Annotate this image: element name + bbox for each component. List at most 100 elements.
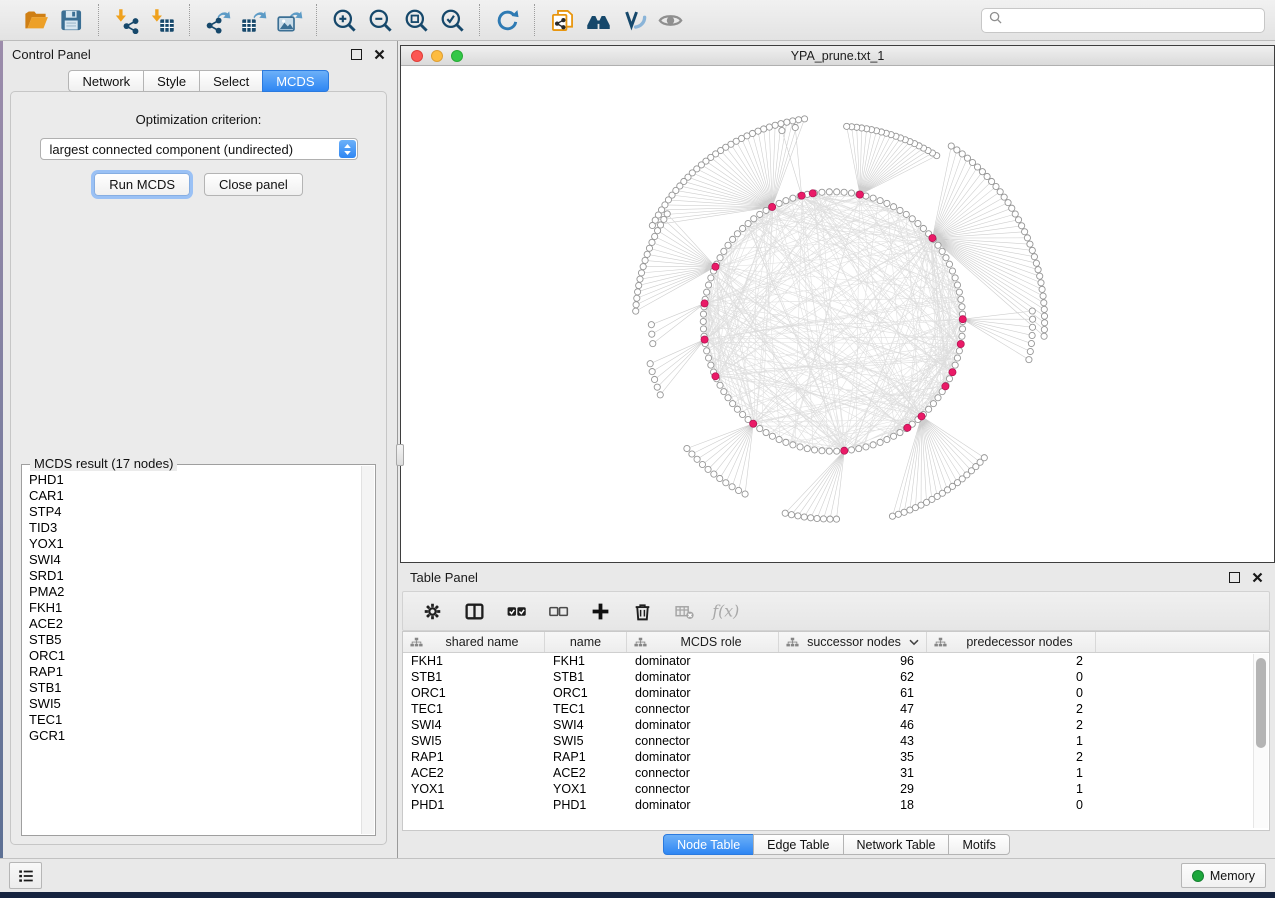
window-maximize-button[interactable]: [451, 50, 463, 62]
column-header-shared-name[interactable]: shared name: [403, 632, 545, 652]
select-all-button[interactable]: [497, 595, 535, 627]
zoom-out-icon: [367, 7, 394, 34]
table-tab-edge-table[interactable]: Edge Table: [753, 834, 843, 855]
control-panel: Control Panel NetworkStyleSelectMCDS Opt…: [0, 41, 398, 858]
export-network-button[interactable]: [199, 4, 235, 36]
import-table-button[interactable]: [144, 4, 180, 36]
search-box[interactable]: [981, 8, 1265, 33]
zoom-out-button[interactable]: [362, 4, 398, 36]
run-mcds-button[interactable]: Run MCDS: [94, 173, 190, 196]
table-scrollbar-thumb[interactable]: [1256, 658, 1266, 748]
table-row[interactable]: ORC1ORC1dominator610: [403, 685, 1269, 701]
export-table-button[interactable]: [235, 4, 271, 36]
column-header-successor-nodes[interactable]: successor nodes: [779, 632, 927, 652]
clone-network-button[interactable]: [544, 4, 580, 36]
table-row[interactable]: YOX1YOX1connector291: [403, 781, 1269, 797]
mcds-tab-content: Optimization criterion: largest connecte…: [10, 91, 387, 845]
zoom-selected-button[interactable]: [434, 4, 470, 36]
new-column-button[interactable]: [581, 595, 619, 627]
table-cell: SWI4: [403, 718, 545, 732]
table-row[interactable]: SWI4SWI4dominator462: [403, 717, 1269, 733]
mcds-result-list[interactable]: PHD1CAR1STP4TID3YOX1SWI4SRD1PMA2FKH1ACE2…: [23, 466, 361, 834]
table-cell: 0: [927, 798, 1096, 812]
table-row[interactable]: SWI5SWI5connector431: [403, 733, 1269, 749]
table-cell: YOX1: [545, 782, 627, 796]
close-mcds-panel-button[interactable]: Close panel: [204, 173, 303, 196]
mcds-result-item[interactable]: YOX1: [29, 536, 361, 552]
table-cell: ACE2: [403, 766, 545, 780]
tab-mcds[interactable]: MCDS: [262, 70, 328, 92]
show-panels-button[interactable]: [9, 862, 42, 889]
mcds-list-scrollbar[interactable]: [361, 466, 374, 834]
mcds-result-item[interactable]: FKH1: [29, 600, 361, 616]
import-network-button[interactable]: [108, 4, 144, 36]
graphics-details-button[interactable]: [652, 4, 688, 36]
table-tab-node-table[interactable]: Node Table: [663, 834, 754, 855]
table-cell: connector: [627, 782, 779, 796]
zoom-fit-button[interactable]: [398, 4, 434, 36]
column-header-name[interactable]: name: [545, 632, 627, 652]
memory-button[interactable]: Memory: [1181, 863, 1266, 888]
visual-style-button[interactable]: [616, 4, 652, 36]
mcds-result-item[interactable]: ORC1: [29, 648, 361, 664]
table-cell: 35: [779, 750, 927, 764]
close-panel-button[interactable]: [374, 49, 385, 60]
table-scrollbar[interactable]: [1253, 654, 1268, 828]
mcds-result-item[interactable]: TEC1: [29, 712, 361, 728]
search-input[interactable]: [1007, 12, 1257, 28]
mcds-result-item[interactable]: TID3: [29, 520, 361, 536]
mcds-result-item[interactable]: PMA2: [29, 584, 361, 600]
table-cell: STB1: [545, 670, 627, 684]
binoculars-button[interactable]: [580, 4, 616, 36]
tab-select[interactable]: Select: [199, 70, 263, 92]
tab-style[interactable]: Style: [143, 70, 200, 92]
float-table-panel-button[interactable]: [1229, 572, 1240, 583]
column-header-MCDS-role[interactable]: MCDS role: [627, 632, 779, 652]
close-icon: [1252, 572, 1263, 583]
table-settings-button[interactable]: [413, 595, 451, 627]
split-panel-button[interactable]: [455, 595, 493, 627]
table-tab-motifs[interactable]: Motifs: [948, 834, 1009, 855]
network-window-title: YPA_prune.txt_1: [401, 49, 1274, 63]
export-image-button[interactable]: [271, 4, 307, 36]
zoom-in-button[interactable]: [326, 4, 362, 36]
refresh-button[interactable]: [489, 4, 525, 36]
window-close-button[interactable]: [411, 50, 423, 62]
mcds-result-item[interactable]: STB1: [29, 680, 361, 696]
save-session-button[interactable]: [53, 4, 89, 36]
toolbar-group: [98, 4, 189, 36]
criterion-select[interactable]: largest connected component (undirected): [40, 138, 358, 160]
mcds-result-item[interactable]: STB5: [29, 632, 361, 648]
window-minimize-button[interactable]: [431, 50, 443, 62]
panel-splitter-handle[interactable]: [396, 444, 404, 466]
mcds-result-item[interactable]: SWI4: [29, 552, 361, 568]
table-row[interactable]: STB1STB1dominator620: [403, 669, 1269, 685]
float-panel-button[interactable]: [351, 49, 362, 60]
mcds-result-item[interactable]: RAP1: [29, 664, 361, 680]
table-tab-network-table[interactable]: Network Table: [843, 834, 950, 855]
deselect-all-button[interactable]: [539, 595, 577, 627]
table-row[interactable]: FKH1FKH1dominator962: [403, 653, 1269, 669]
mcds-result-item[interactable]: SWI5: [29, 696, 361, 712]
table-row[interactable]: RAP1RAP1dominator352: [403, 749, 1269, 765]
mcds-result-item[interactable]: SRD1: [29, 568, 361, 584]
tab-network[interactable]: Network: [68, 70, 144, 92]
control-panel-title: Control Panel: [12, 47, 91, 62]
mcds-result-item[interactable]: GCR1: [29, 728, 361, 744]
table-cell: 2: [927, 654, 1096, 668]
mcds-result-item[interactable]: PHD1: [29, 472, 361, 488]
close-table-panel-button[interactable]: [1252, 572, 1263, 583]
export-table-icon: [240, 7, 267, 34]
network-canvas[interactable]: [401, 66, 1274, 562]
delete-column-button[interactable]: [623, 595, 661, 627]
table-header-row: shared namenameMCDS rolesuccessor nodesp…: [403, 632, 1269, 653]
mcds-result-item[interactable]: STP4: [29, 504, 361, 520]
mcds-result-item[interactable]: CAR1: [29, 488, 361, 504]
mcds-result-item[interactable]: ACE2: [29, 616, 361, 632]
open-session-button[interactable]: [17, 4, 53, 36]
table-row[interactable]: ACE2ACE2connector311: [403, 765, 1269, 781]
table-body: FKH1FKH1dominator962STB1STB1dominator620…: [403, 653, 1269, 830]
table-row[interactable]: TEC1TEC1connector472: [403, 701, 1269, 717]
column-header-predecessor-nodes[interactable]: predecessor nodes: [927, 632, 1096, 652]
table-row[interactable]: PHD1PHD1dominator180: [403, 797, 1269, 813]
